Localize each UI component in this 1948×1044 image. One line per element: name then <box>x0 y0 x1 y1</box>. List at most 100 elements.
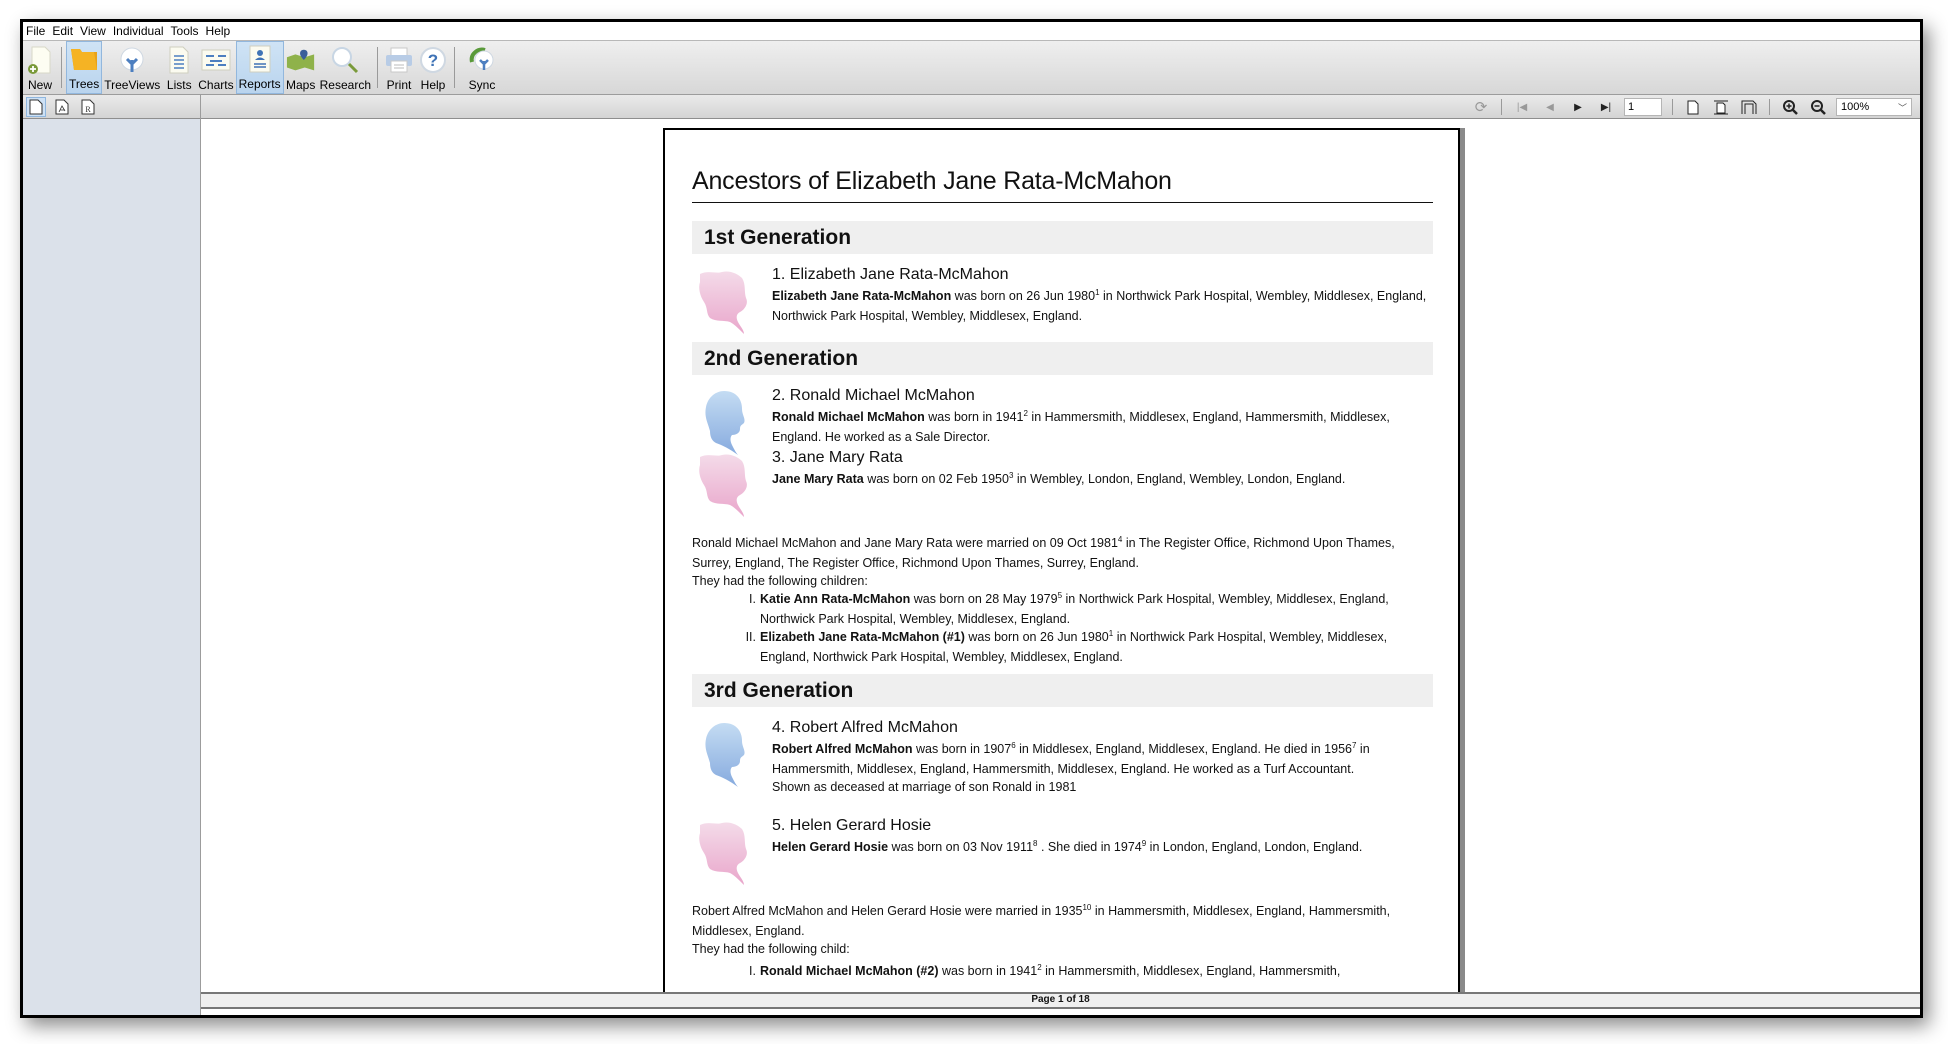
rtf-tab[interactable]: R <box>78 97 98 117</box>
single-page-icon <box>1687 100 1699 114</box>
reports-label: Reports <box>238 77 281 91</box>
zoom-in-icon <box>1783 100 1798 115</box>
main-toolbar: New Trees TreeViews Lists Charts Reports… <box>23 41 1920 94</box>
female-silhouette-icon <box>694 819 752 885</box>
help-icon: ? <box>418 45 448 75</box>
next-page-button[interactable]: ▶ <box>1564 96 1592 118</box>
research-label: Research <box>319 78 371 92</box>
lists-button[interactable]: Lists <box>162 41 196 94</box>
list-icon <box>164 45 194 75</box>
report-icon <box>245 44 275 74</box>
reports-button[interactable]: Reports <box>235 41 284 94</box>
help-label: Help <box>420 78 446 92</box>
sync-button[interactable]: Sync <box>459 41 505 94</box>
generation-heading: 2nd Generation <box>692 342 1433 375</box>
menu-individual[interactable]: Individual <box>110 24 168 38</box>
person-entry: 1. Elizabeth Jane Rata-McMahon Elizabeth… <box>692 266 1433 328</box>
menu-bar: File Edit View Individual Tools Help <box>23 22 1920 41</box>
person-entry: 2. Ronald Michael McMahon Ronald Michael… <box>692 387 1433 449</box>
research-button[interactable]: Research <box>318 41 373 94</box>
map-icon <box>286 45 316 75</box>
rtf-icon: R <box>81 99 95 115</box>
last-page-button[interactable]: ▶| <box>1592 96 1620 118</box>
female-silhouette-icon <box>694 268 752 334</box>
marriage-text: Robert Alfred McMahon and Helen Gerard H… <box>692 902 1391 938</box>
tree-icon <box>117 45 147 75</box>
maps-button[interactable]: Maps <box>284 41 318 94</box>
separator <box>1769 99 1770 115</box>
single-page-button[interactable] <box>1679 96 1707 118</box>
charts-label: Charts <box>198 78 234 92</box>
page-number-input[interactable] <box>1624 98 1662 116</box>
toolbar-separator <box>377 47 378 88</box>
child-item: I. Ronald Michael McMahon (#2) was born i… <box>749 962 1341 978</box>
zoom-level-value: 100% <box>1841 101 1870 113</box>
magnifier-icon <box>330 45 360 75</box>
zoom-out-icon <box>1811 100 1826 115</box>
person-note: Shown as deceased at marriage of son Ron… <box>772 780 1077 794</box>
children-list: I. Katie Ann Rata-McMahon was born on 28 … <box>692 589 1433 667</box>
menu-file[interactable]: File <box>23 24 49 38</box>
child-item: I. Katie Ann Rata-McMahon was born on 28 … <box>749 590 1389 626</box>
person-details: Jane Mary Rata was born on 02 Feb 19503 … <box>772 470 1346 486</box>
new-file-icon <box>25 45 55 75</box>
female-silhouette-icon <box>694 451 752 517</box>
chart-icon <box>201 45 231 75</box>
zoom-out-button[interactable] <box>1804 96 1832 118</box>
report-content: Ancestors of Elizabeth Jane Rata-McMahon… <box>692 130 1433 981</box>
sync-icon <box>467 45 497 75</box>
page-navigation: ⟳ |◀ ◀ ▶ ▶| 100% <box>1467 95 1912 119</box>
children-list: I. Ronald Michael McMahon (#2) was born i… <box>692 961 1433 981</box>
page-width-icon <box>1714 100 1728 114</box>
print-button[interactable]: Print <box>382 41 416 94</box>
report-document-tab[interactable] <box>26 97 46 117</box>
toolbar-separator <box>454 47 455 88</box>
marriage-text: Ronald Michael McMahon and Jane Mary Rat… <box>692 534 1395 570</box>
first-page-button[interactable]: |◀ <box>1508 96 1536 118</box>
new-label: New <box>27 78 52 92</box>
pdf-icon <box>55 99 69 115</box>
person-name: 4. Robert Alfred McMahon <box>772 719 958 736</box>
male-silhouette-icon <box>694 721 752 787</box>
trees-button[interactable]: Trees <box>66 41 103 94</box>
margins-button[interactable] <box>1735 96 1763 118</box>
sync-label: Sync <box>468 78 496 92</box>
menu-tools[interactable]: Tools <box>168 24 203 38</box>
person-details: Ronald Michael McMahon was born in 19412… <box>772 408 1390 444</box>
person-name: 5. Helen Gerard Hosie <box>772 817 932 834</box>
zoom-level-select[interactable]: 100% ﹀ <box>1836 98 1912 116</box>
treeviews-button[interactable]: TreeViews <box>102 41 162 94</box>
menu-view[interactable]: View <box>77 24 110 38</box>
new-button[interactable]: New <box>23 41 57 94</box>
menu-edit[interactable]: Edit <box>49 24 77 38</box>
svg-text:?: ? <box>428 51 438 70</box>
person-details: Robert Alfred McMahon was born in 19076 … <box>772 740 1370 776</box>
report-viewer[interactable]: Ancestors of Elizabeth Jane Rata-McMahon… <box>201 119 1920 1015</box>
toolbar-separator <box>61 47 62 88</box>
person-name: 1. Elizabeth Jane Rata-McMahon <box>772 266 1009 283</box>
app-window: File Edit View Individual Tools Help New… <box>20 19 1923 1018</box>
help-button[interactable]: ? Help <box>416 41 450 94</box>
separator <box>1501 99 1502 115</box>
person-entry: 4. Robert Alfred McMahon Robert Alfred M… <box>692 719 1433 795</box>
sidebar-tabs: R <box>23 95 201 119</box>
sidebar-panel <box>23 119 201 1015</box>
previous-page-button[interactable]: ◀ <box>1536 96 1564 118</box>
last-page-icon: ▶| <box>1600 101 1612 113</box>
charts-button[interactable]: Charts <box>196 41 235 94</box>
pdf-tab[interactable] <box>52 97 72 117</box>
page-width-button[interactable] <box>1707 96 1735 118</box>
refresh-icon: ⟳ <box>1474 99 1488 116</box>
menu-help[interactable]: Help <box>203 24 235 38</box>
printer-icon <box>384 45 414 75</box>
document-icon <box>29 99 43 115</box>
report-title: Ancestors of Elizabeth Jane Rata-McMahon <box>692 167 1433 203</box>
person-details: Elizabeth Jane Rata-McMahon was born on … <box>772 287 1427 323</box>
first-page-icon: |◀ <box>1516 101 1528 113</box>
zoom-in-button[interactable] <box>1776 96 1804 118</box>
generation-heading: 1st Generation <box>692 221 1433 254</box>
chevron-down-icon: ﹀ <box>1897 102 1907 113</box>
person-entry: 3. Jane Mary Rata Jane Mary Rata was bor… <box>692 449 1433 511</box>
svg-text:R: R <box>85 105 91 114</box>
refresh-button[interactable]: ⟳ <box>1467 96 1495 118</box>
